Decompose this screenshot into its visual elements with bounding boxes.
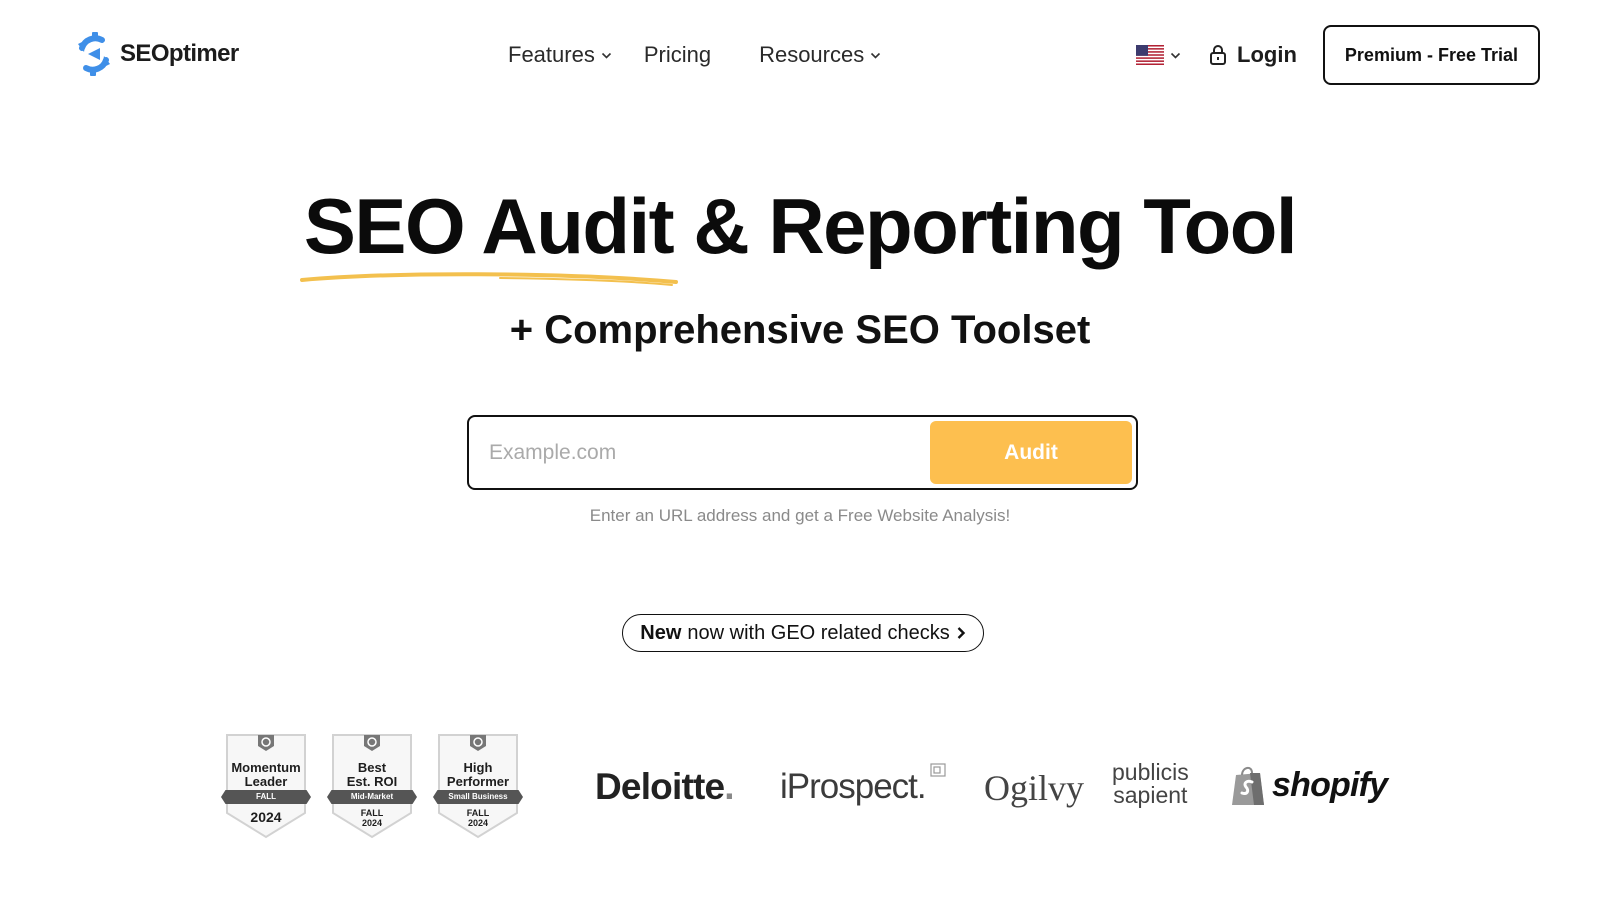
login-label: Login	[1237, 42, 1297, 67]
badge-season: FALL	[360, 808, 384, 818]
deloitte-dot: .	[724, 766, 734, 807]
publicis-sapient-logo: publicis sapient	[1112, 761, 1189, 807]
nav-resources[interactable]: Resources	[759, 42, 881, 68]
nav-features-label: Features	[508, 42, 595, 67]
us-flag-icon	[1136, 45, 1165, 65]
login-link[interactable]: Login	[1209, 42, 1297, 68]
geo-checks-announcement[interactable]: New now with GEO related checks	[622, 614, 984, 652]
nav-pricing[interactable]: Pricing	[644, 42, 711, 68]
badge-title-line1: Momentum	[231, 760, 301, 775]
badge-year: 2024	[250, 809, 282, 825]
seoptimer-gear-icon	[78, 32, 110, 76]
badge-title-line1: High	[463, 760, 493, 775]
g2-badge-best-est-roi: Best Est. ROI Mid-Market FALL 2024	[327, 733, 417, 839]
ogilvy-logo: Ogilvy	[984, 768, 1085, 808]
audit-helper-text: Enter an URL address and get a Free Webs…	[589, 506, 1011, 525]
announcement-text: now with GEO related checks	[687, 621, 950, 644]
shopify-logo: shopify	[1272, 766, 1388, 804]
chevron-right-icon	[957, 627, 965, 639]
g2-badge-momentum-leader: Momentum Leader FALL 2024	[221, 733, 311, 839]
badge-season: FALL	[466, 808, 490, 818]
nav-resources-label: Resources	[759, 42, 865, 67]
nav-features[interactable]: Features	[508, 42, 612, 68]
title-underline-decoration	[300, 272, 678, 286]
nav-pricing-label: Pricing	[643, 42, 712, 67]
publicis-line2: sapient	[1113, 782, 1188, 808]
audit-button[interactable]: Audit	[930, 421, 1132, 484]
badge-year: 2024	[361, 818, 383, 828]
page-subtitle: + Comprehensive SEO Toolset	[509, 308, 1091, 352]
audit-form: Audit	[467, 415, 1138, 490]
deloitte-wordmark: Deloitte	[595, 766, 725, 807]
chevron-down-icon	[871, 52, 881, 59]
seoptimer-logo[interactable]: SEOptimer	[72, 30, 239, 78]
lock-icon	[1210, 45, 1227, 65]
new-label: New	[640, 621, 682, 644]
iprospect-logo: iProspect.	[780, 767, 927, 806]
g2-badge-high-performer: High Performer Small Business FALL 2024	[433, 733, 523, 839]
nav-actions: Login Premium - Free Trial	[1136, 25, 1540, 85]
page-title: SEO Audit & Reporting Tool	[303, 182, 1298, 270]
main-menu: Features Pricing Resources	[508, 38, 881, 72]
badge-title-line2: Performer	[446, 774, 510, 789]
brand-name: SEOptimer	[120, 40, 239, 67]
badge-ribbon: Mid-Market	[327, 790, 417, 804]
badge-title-line2: Est. ROI	[346, 774, 398, 789]
deloitte-logo: Deloitte.	[595, 766, 735, 808]
top-navigation: SEOptimer Features Pricing Resources Log…	[0, 0, 1600, 110]
badge-title-line1: Best	[357, 760, 387, 775]
g2-badges: Momentum Leader FALL 2024 Best Est. ROI …	[221, 733, 523, 839]
badge-year: 2024	[467, 818, 489, 828]
url-input[interactable]	[481, 427, 931, 479]
iprospect-mark-icon	[930, 763, 946, 777]
chevron-down-icon	[601, 52, 611, 59]
badge-ribbon: FALL	[221, 790, 311, 804]
premium-free-trial-button[interactable]: Premium - Free Trial	[1322, 25, 1540, 85]
publicis-line1: publicis	[1112, 759, 1189, 785]
badge-ribbon: Small Business	[433, 790, 523, 804]
badge-title-line2: Leader	[244, 774, 288, 789]
language-selector[interactable]	[1136, 45, 1181, 65]
shopify-bag-icon	[1232, 767, 1264, 805]
chevron-down-icon	[1170, 52, 1181, 59]
